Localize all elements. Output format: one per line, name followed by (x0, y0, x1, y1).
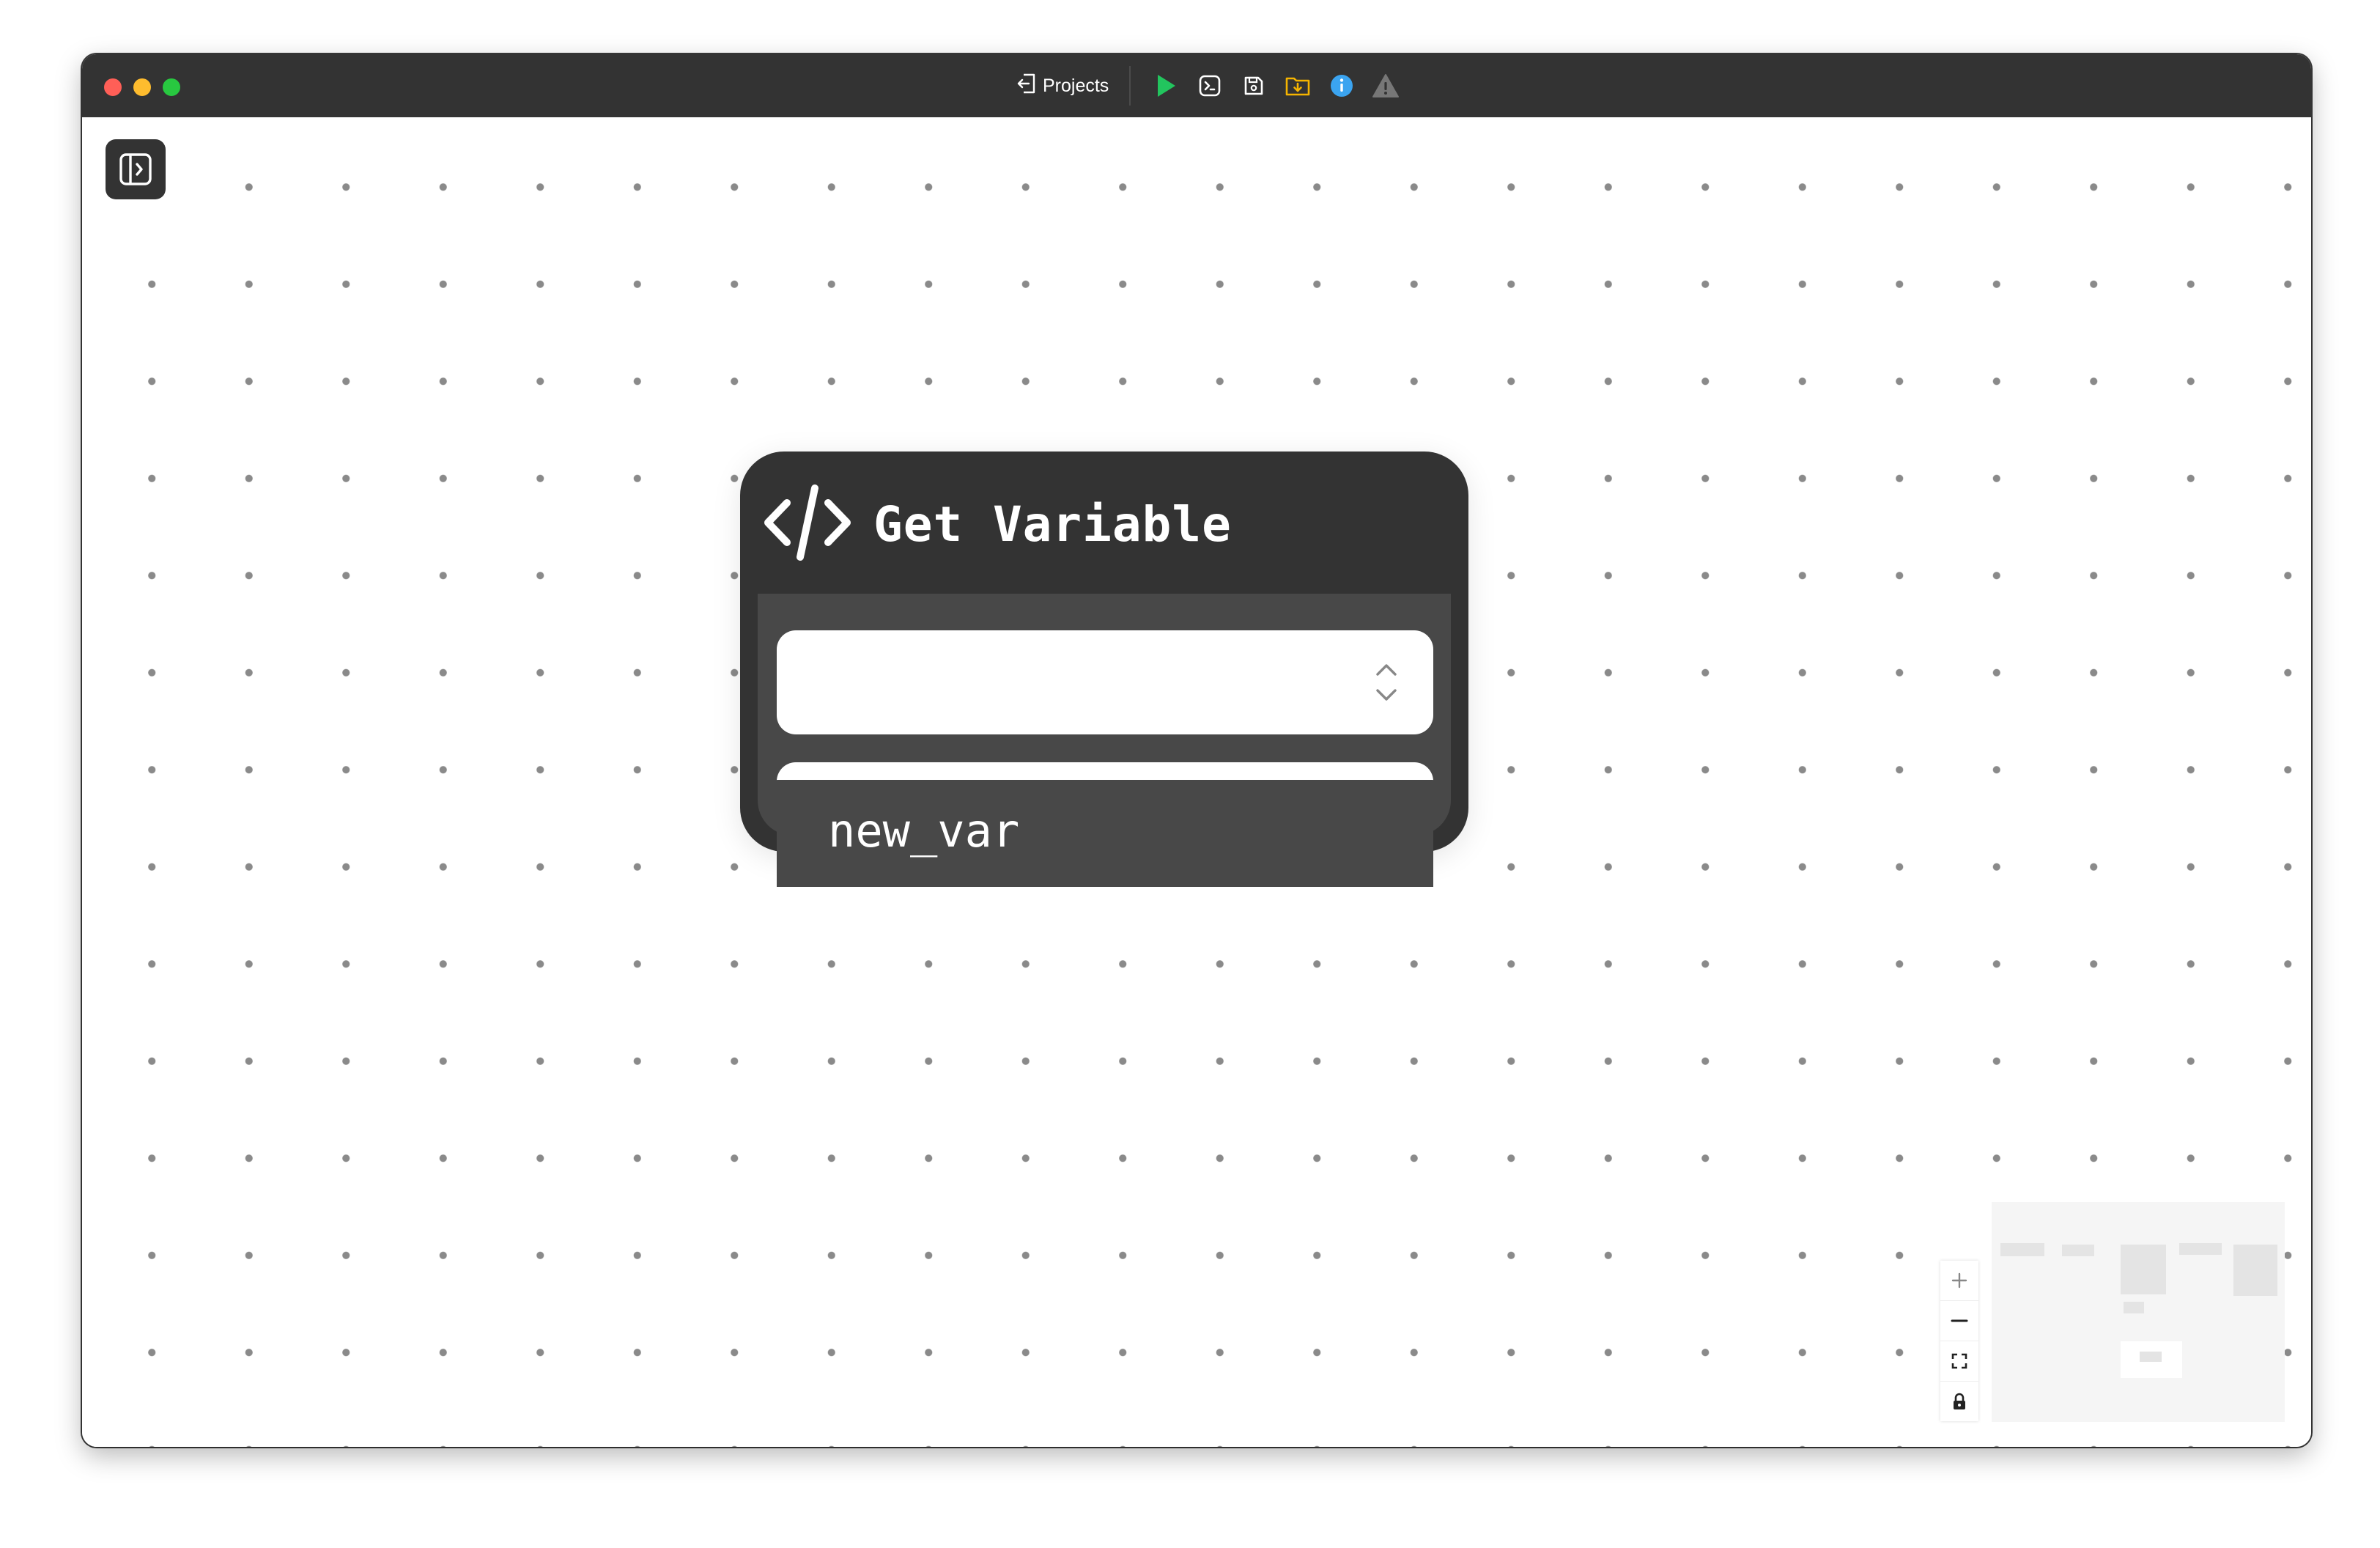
variable-dropdown-list: new_var (777, 762, 1433, 887)
save-button[interactable] (1232, 67, 1276, 104)
projects-label: Projects (1043, 75, 1109, 96)
run-icon (1158, 75, 1176, 97)
toolbar: Projects (1009, 66, 1408, 106)
fit-view-button[interactable] (1940, 1341, 1978, 1382)
back-to-projects-icon (1016, 71, 1038, 101)
run-button[interactable] (1144, 67, 1188, 104)
zoom-out-button[interactable] (1940, 1301, 1978, 1341)
toolbar-divider (1129, 66, 1131, 106)
zoom-in-button[interactable] (1940, 1261, 1978, 1301)
minimap-node (2233, 1245, 2277, 1296)
code-icon (762, 482, 853, 566)
titlebar: Projects (82, 54, 2311, 117)
terminal-icon (1200, 75, 1221, 97)
minimap-node (2124, 1302, 2144, 1313)
fit-view-icon (1951, 1353, 1967, 1369)
sidebar-toggle-icon (119, 153, 152, 185)
node-header: Get Variable (762, 482, 1232, 566)
minimap-node (2062, 1245, 2094, 1256)
minimap-node (2121, 1245, 2166, 1294)
variable-select[interactable] (777, 630, 1433, 734)
lock-icon (1954, 1393, 1965, 1409)
app-window: Projects Get Variable new_var (82, 54, 2311, 1447)
info-icon (1331, 75, 1353, 97)
chevron-up-down-icon (1375, 661, 1398, 707)
warning-button[interactable] (1364, 67, 1408, 104)
minimap-node (2179, 1243, 2222, 1255)
export-folder-icon (1286, 77, 1310, 96)
minimize-window-button[interactable] (133, 78, 151, 96)
close-window-button[interactable] (104, 78, 122, 96)
dropdown-option-new-var[interactable]: new_var (777, 780, 1433, 887)
minimap[interactable] (1992, 1202, 2285, 1422)
zoom-window-button[interactable] (163, 78, 180, 96)
minimap-node (2140, 1352, 2162, 1362)
save-icon (1245, 76, 1263, 95)
node-title: Get Variable (873, 495, 1232, 553)
projects-button[interactable]: Projects (1009, 67, 1116, 104)
minimap-viewport (2121, 1341, 2182, 1378)
info-button[interactable] (1320, 67, 1364, 104)
sidebar-toggle-button[interactable] (106, 139, 166, 199)
minimap-node (2000, 1243, 2044, 1256)
export-folder-button[interactable] (1276, 67, 1320, 104)
zoom-out-icon (1951, 1319, 1968, 1322)
zoom-in-icon (1951, 1272, 1967, 1289)
canvas-controls (1940, 1261, 1978, 1421)
warning-icon (1372, 74, 1400, 97)
terminal-button[interactable] (1188, 67, 1232, 104)
lock-button[interactable] (1940, 1382, 1978, 1421)
